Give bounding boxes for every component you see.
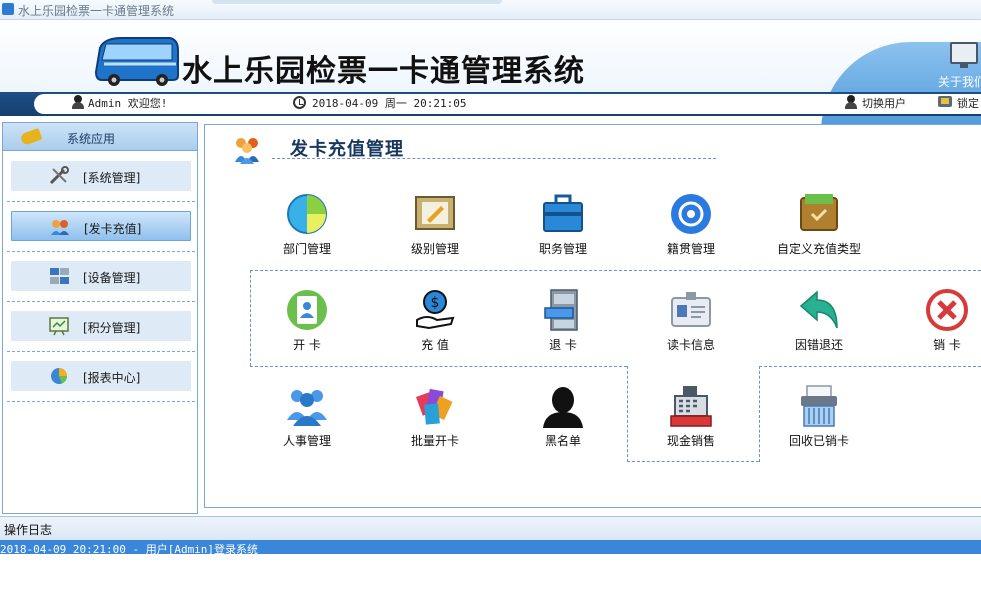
lock-button[interactable]: 锁定 — [957, 95, 979, 111]
devices-icon — [50, 268, 69, 284]
tile-label: 充 值 — [421, 338, 449, 352]
briefcase-icon — [543, 194, 583, 232]
tile-label: 职务管理 — [538, 242, 587, 256]
pie-chart-icon — [51, 368, 68, 384]
batch-open-card-tile[interactable]: 批量开卡 — [380, 384, 490, 460]
sidebar-item-devices[interactable]: [设备管理] — [11, 261, 191, 291]
department-icon — [287, 194, 327, 234]
window-titlebar: 水上乐园检票一卡通管理系统 — [0, 0, 981, 20]
sidebar-item-label: [系统管理] — [83, 171, 141, 185]
operation-log-header: 操作日志 — [0, 516, 981, 540]
status-bar: Admin 欢迎您! 2018-04-09 周一 20:21:05 切换用户 锁… — [0, 92, 981, 116]
tile-label: 开 卡 — [293, 338, 321, 352]
tile-label: 读卡信息 — [666, 338, 715, 352]
open-card-tile[interactable]: 开 卡 — [252, 288, 362, 364]
recharge-icon: $ — [416, 290, 455, 330]
welcome-text: Admin 欢迎您! — [88, 97, 168, 110]
personnel-icon — [287, 390, 327, 426]
tile-label: 级别管理 — [410, 242, 459, 256]
sidebar-item-label: [设备管理] — [83, 271, 141, 285]
read-card-icon — [671, 292, 711, 327]
users-icon — [235, 138, 259, 164]
read-card-info-tile[interactable]: 读卡信息 — [636, 288, 746, 364]
cash-sales-tile[interactable]: 现金销售 — [636, 384, 746, 460]
tile-label: 回收已销卡 — [788, 434, 849, 448]
user-icon — [72, 95, 84, 109]
cancel-card-tile[interactable]: 销 卡 — [892, 288, 981, 364]
sidebar-item-label: [发卡充值] — [84, 222, 142, 236]
key-icon — [19, 127, 43, 147]
monitor-icon — [950, 42, 978, 68]
datetime-text: 2018-04-09 周一 20:21:05 — [312, 97, 467, 110]
department-management-tile[interactable]: 部门管理 — [252, 192, 362, 268]
operation-log-title: 操作日志 — [4, 523, 53, 537]
custom-recharge-type-tile[interactable]: 自定义充值类型 — [764, 192, 874, 268]
position-management-tile[interactable]: 职务管理 — [508, 192, 618, 268]
log-entry-text: 2018-04-09 20:21:00 - 用户[Admin]登录系统 — [0, 543, 259, 556]
tile-label: 批量开卡 — [410, 434, 459, 448]
tile-label: 黑名单 — [544, 434, 581, 448]
clock-icon — [293, 96, 306, 109]
custom-recharge-icon — [800, 194, 838, 231]
users-icon — [51, 220, 69, 235]
blacklist-tile[interactable]: 黑名单 — [508, 384, 618, 460]
open-card-icon — [287, 290, 327, 330]
svg-text:$: $ — [431, 295, 440, 311]
tile-label: 籍贯管理 — [666, 242, 715, 256]
sidebar-header: 系统应用 — [3, 123, 197, 151]
tools-icon — [49, 166, 69, 185]
batch-card-icon — [416, 388, 453, 425]
system-title: 水上乐园检票一卡通管理系统 — [182, 54, 585, 89]
switch-user-button[interactable]: 切换用户 — [862, 95, 906, 111]
tile-label: 自定义充值类型 — [776, 242, 861, 256]
return-card-icon — [544, 289, 578, 331]
tile-label: 部门管理 — [282, 242, 331, 256]
level-icon — [415, 196, 455, 230]
sidebar: 系统应用 [系统管理] [发卡充值] [设备管理] [积分管理] [报表中心] — [2, 122, 198, 514]
app-icon — [2, 3, 14, 15]
personnel-management-tile[interactable]: 人事管理 — [252, 384, 362, 460]
about-label: 关于我们 — [938, 75, 981, 89]
lock-icon[interactable] — [938, 96, 952, 107]
origin-management-tile[interactable]: 籍贯管理 — [636, 192, 746, 268]
sidebar-item-reports[interactable]: [报表中心] — [11, 361, 191, 391]
tile-label: 因错退还 — [794, 338, 843, 352]
sidebar-item-card-recharge[interactable]: [发卡充值] — [11, 211, 191, 241]
sidebar-item-points[interactable]: [积分管理] — [11, 311, 191, 341]
window-title: 水上乐园检票一卡通管理系统 — [18, 4, 175, 18]
sidebar-header-label: 系统应用 — [67, 132, 116, 146]
bus-logo-icon — [94, 37, 179, 86]
origin-icon — [671, 194, 711, 234]
level-management-tile[interactable]: 级别管理 — [380, 192, 490, 268]
refund-arrow-icon — [799, 290, 838, 329]
sidebar-item-system[interactable]: [系统管理] — [11, 161, 191, 191]
sidebar-item-label: [报表中心] — [83, 371, 141, 385]
about-button[interactable]: 关于我们 — [938, 40, 981, 92]
switch-user-icon[interactable] — [845, 95, 857, 109]
tile-label: 销 卡 — [933, 338, 961, 352]
recycle-cancelled-card-tile[interactable]: 回收已销卡 — [764, 384, 874, 460]
sidebar-item-label: [积分管理] — [83, 321, 141, 335]
tile-label: 退 卡 — [549, 338, 577, 352]
log-entry[interactable]: 2018-04-09 20:21:00 - 用户[Admin]登录系统 — [0, 540, 981, 556]
tile-label: 现金销售 — [666, 434, 715, 448]
cancel-card-icon — [926, 289, 968, 331]
blacklist-icon — [543, 387, 583, 428]
points-board-icon — [49, 317, 69, 336]
tile-label: 人事管理 — [282, 434, 331, 448]
return-card-tile[interactable]: 退 卡 — [508, 288, 618, 364]
recharge-tile[interactable]: $ 充 值 — [380, 288, 490, 364]
refund-error-tile[interactable]: 因错退还 — [764, 288, 874, 364]
shredder-icon — [801, 385, 837, 427]
cash-register-icon — [670, 386, 712, 427]
